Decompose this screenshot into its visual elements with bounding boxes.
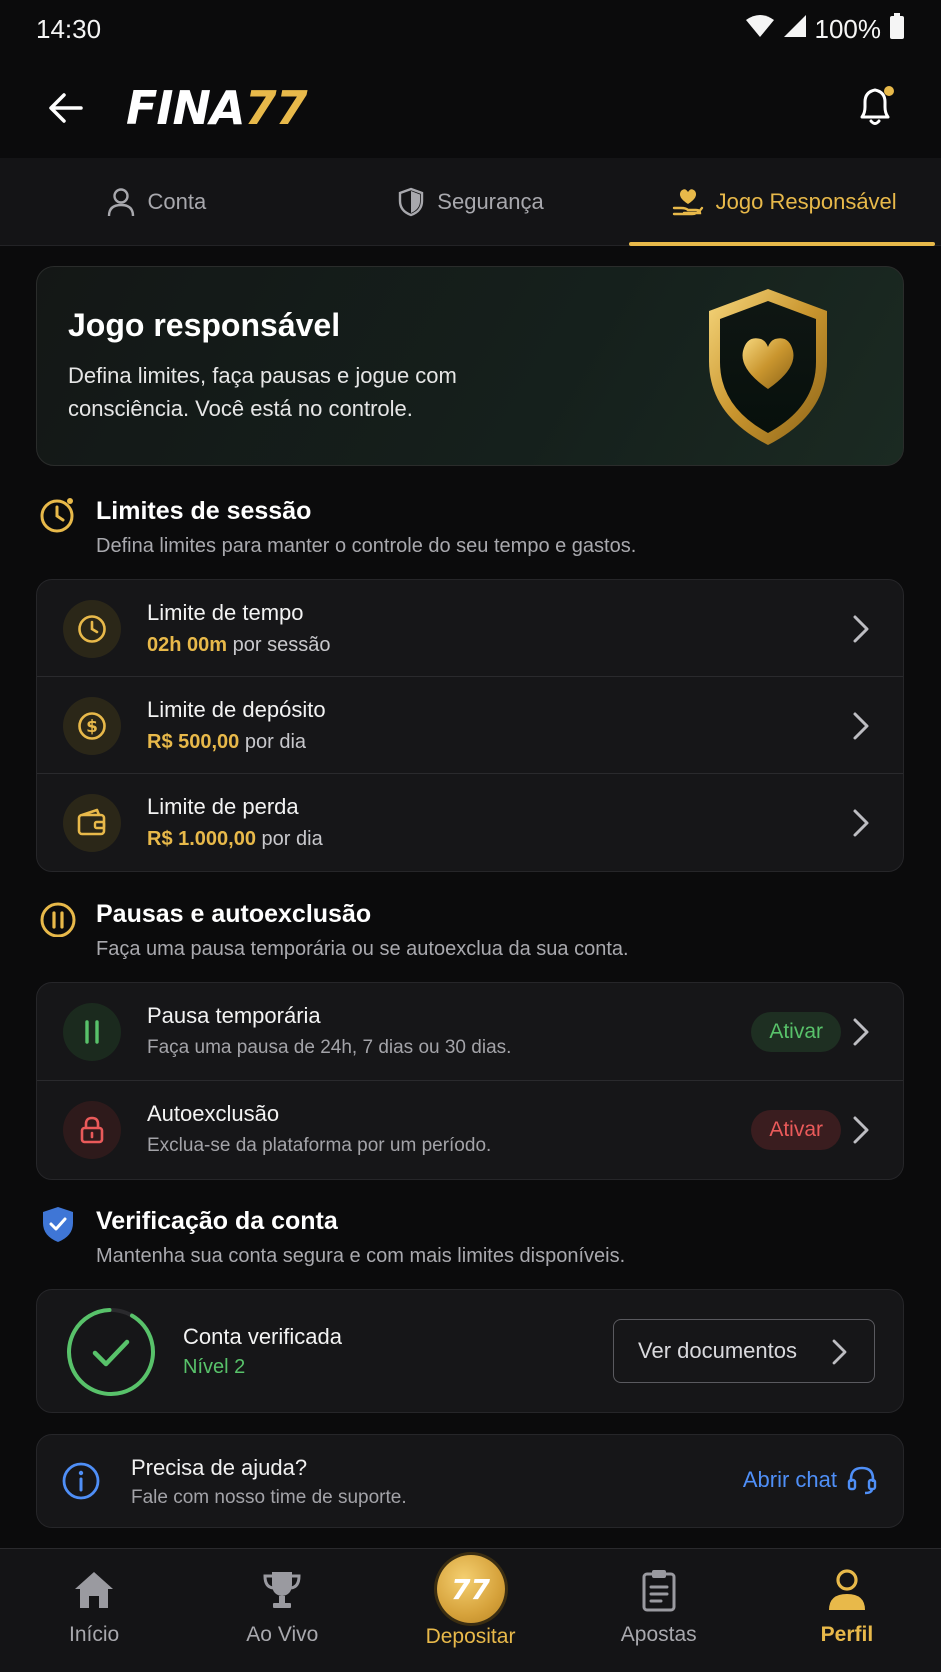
verification-status: Conta verificada <box>183 1324 342 1349</box>
chevron-right-icon <box>853 615 869 643</box>
self-exclusion-row[interactable]: Autoexclusão Exclua-se da plataforma por… <box>37 1081 903 1179</box>
verification-title: Verificação da conta <box>96 1207 338 1235</box>
status-time: 14:30 <box>36 13 102 44</box>
pauses-subtitle: Faça uma pausa temporária ou se autoexcl… <box>96 938 629 960</box>
chevron-right-icon <box>853 712 869 740</box>
session-limits-card: Limite de tempo 02h 00m por sessão $ Lim… <box>36 579 904 872</box>
bottom-navigation: Início Ao Vivo 77 Depositar Apostas Perf… <box>0 1548 941 1672</box>
signal-icon <box>783 14 807 45</box>
loss-limit-value: R$ 1.000,00 por dia <box>147 828 323 850</box>
profile-tabs: Conta Segurança Jogo Responsável <box>0 158 941 246</box>
chevron-right-icon <box>853 809 869 837</box>
status-indicators: 100% <box>745 12 906 46</box>
app-header: FINA77 <box>0 58 941 158</box>
home-icon <box>69 1565 119 1615</box>
loss-limit-title: Limite de perda <box>147 794 299 819</box>
deposit-limit-row[interactable]: $ Limite de depósito R$ 500,00 por dia <box>37 677 903 774</box>
open-chat-label: Abrir chat <box>742 1467 837 1492</box>
bell-icon <box>860 86 894 125</box>
self-exclusion-title: Autoexclusão <box>147 1101 280 1126</box>
nav-inicio-label: Início <box>69 1623 120 1646</box>
temporary-pause-description: Faça uma pausa de 24h, 7 dias ou 30 dias… <box>147 1037 512 1058</box>
time-limit-value: 02h 00m por sessão <box>147 634 331 656</box>
verification-subtitle: Mantenha sua conta segura e com mais lim… <box>96 1245 626 1267</box>
tab-conta-label: Conta <box>147 188 207 214</box>
view-documents-label: Ver documentos <box>638 1338 797 1363</box>
trophy-icon <box>257 1565 307 1615</box>
verification-header: Verificação da conta Mantenha sua conta … <box>36 1205 904 1275</box>
profile-icon <box>822 1565 872 1615</box>
clipboard-icon <box>634 1565 684 1615</box>
time-limit-row[interactable]: Limite de tempo 02h 00m por sessão <box>37 580 903 677</box>
clock-icon <box>63 600 121 658</box>
status-bar: 14:30 100% <box>0 0 941 58</box>
nav-perfil-label: Perfil <box>820 1623 874 1646</box>
hero-title: Jogo responsável <box>68 307 341 343</box>
temporary-pause-title: Pausa temporária <box>147 1003 321 1028</box>
verified-shield-icon <box>38 1205 78 1245</box>
wallet-icon <box>63 794 121 852</box>
responsible-gaming-hero: Jogo responsável Defina limites, faça pa… <box>36 266 904 466</box>
nav-apostas-label: Apostas <box>620 1623 697 1646</box>
verification-level: Nível 2 <box>183 1356 246 1378</box>
timer-icon <box>38 495 78 535</box>
pause-circle-icon <box>38 898 78 938</box>
deposit-limit-value: R$ 500,00 por dia <box>147 731 307 753</box>
nav-ao-vivo-label: Ao Vivo <box>246 1623 319 1646</box>
back-button[interactable] <box>44 86 88 130</box>
pauses-title: Pausas e autoexclusão <box>96 900 372 928</box>
pauses-header: Pausas e autoexclusão Faça uma pausa tem… <box>36 898 904 968</box>
pause-icon <box>63 1003 121 1061</box>
help-subtitle: Fale com nosso time de suporte. <box>131 1487 407 1508</box>
tab-jogo-responsavel-label: Jogo Responsável <box>715 188 897 214</box>
session-limits-subtitle: Defina limites para manter o controle do… <box>96 535 637 557</box>
shield-icon <box>399 187 424 216</box>
shield-heart-icon <box>709 289 827 445</box>
wifi-icon <box>745 14 775 45</box>
lock-icon <box>63 1101 121 1159</box>
chevron-right-icon <box>853 1018 869 1046</box>
notifications-button[interactable] <box>851 82 901 132</box>
tab-jogo-responsavel[interactable]: Jogo Responsável <box>627 158 941 246</box>
tab-seguranca[interactable]: Segurança <box>314 158 628 245</box>
nav-ao-vivo[interactable]: Ao Vivo <box>188 1549 376 1672</box>
verified-check-icon <box>67 1308 155 1396</box>
activate-pause-button[interactable]: Ativar <box>751 1012 841 1052</box>
open-chat-link[interactable]: Abrir chat <box>743 1465 877 1495</box>
self-exclusion-description: Exclua-se da plataforma por um período. <box>147 1135 492 1156</box>
svg-text:$: $ <box>86 717 98 737</box>
nav-apostas[interactable]: Apostas <box>565 1549 753 1672</box>
headset-icon <box>847 1466 877 1495</box>
verification-card: Conta verificada Nível 2 Ver documentos <box>36 1289 904 1413</box>
battery-label: 100% <box>814 13 882 44</box>
hero-description: Defina limites, faça pausas e jogue com … <box>68 363 457 421</box>
tab-conta[interactable]: Conta <box>0 158 314 245</box>
chevron-right-icon <box>853 1116 869 1144</box>
pauses-card: Pausa temporária Faça uma pausa de 24h, … <box>36 982 904 1180</box>
activate-exclusion-button[interactable]: Ativar <box>751 1110 841 1150</box>
arrow-left-icon <box>49 93 83 123</box>
battery-icon <box>889 12 905 46</box>
dollar-coin-icon: $ <box>63 697 121 755</box>
session-limits-title: Limites de sessão <box>96 497 312 525</box>
info-icon <box>62 1462 100 1500</box>
session-limits-header: Limites de sessão Defina limites para ma… <box>36 495 904 565</box>
view-documents-button[interactable]: Ver documentos <box>613 1319 875 1383</box>
chevron-right-icon <box>832 1339 847 1365</box>
nav-depositar-label: Depositar <box>425 1625 516 1648</box>
help-card: Precisa de ajuda? Fale com nosso time de… <box>36 1434 904 1528</box>
nav-inicio[interactable]: Início <box>0 1549 188 1672</box>
nav-depositar[interactable]: 77 Depositar <box>376 1549 564 1672</box>
brand-logo: FINA77 <box>126 81 308 135</box>
time-limit-title: Limite de tempo <box>147 600 304 625</box>
nav-perfil[interactable]: Perfil <box>753 1549 941 1672</box>
tab-seguranca-label: Segurança <box>437 188 544 214</box>
deposit-coin-icon: 77 <box>436 1555 505 1623</box>
loss-limit-row[interactable]: Limite de perda R$ 1.000,00 por dia <box>37 774 903 871</box>
deposit-limit-title: Limite de depósito <box>147 697 326 722</box>
heart-hand-icon <box>672 188 703 215</box>
temporary-pause-row[interactable]: Pausa temporária Faça uma pausa de 24h, … <box>37 983 903 1081</box>
help-title: Precisa de ajuda? <box>131 1455 308 1480</box>
user-icon <box>108 187 135 216</box>
